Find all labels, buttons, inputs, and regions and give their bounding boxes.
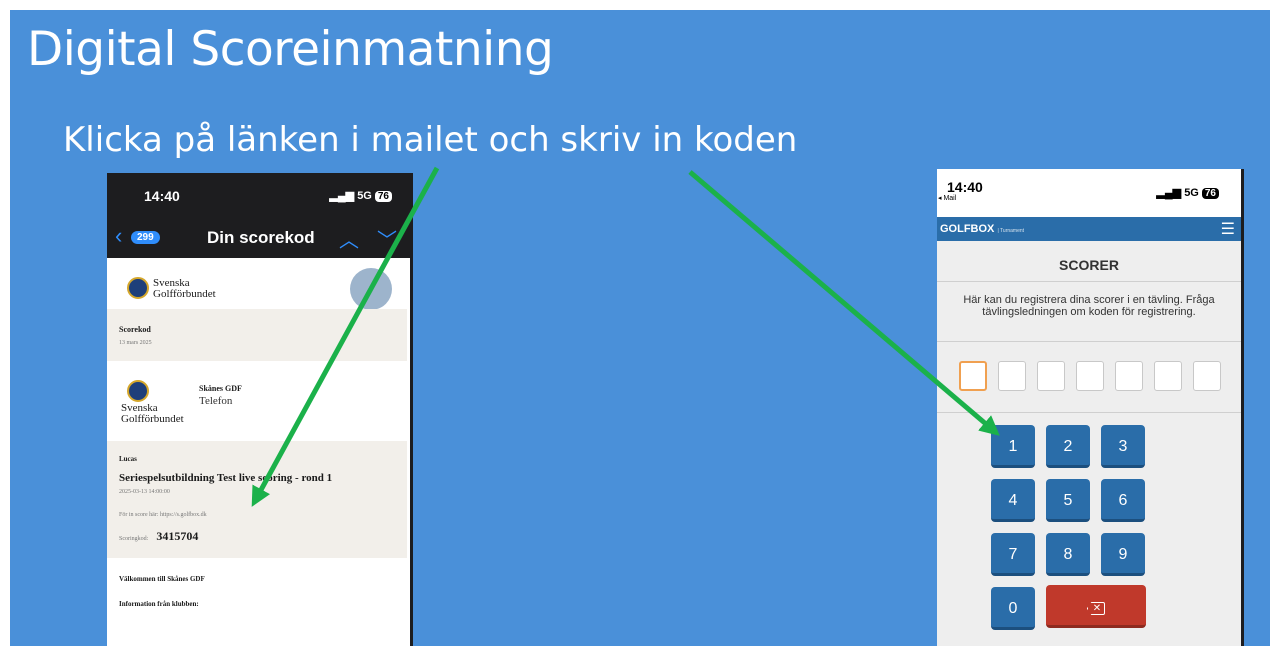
arrow-to-code (251, 166, 440, 507)
slide: Digital Scoreinmatning Klicka på länken … (10, 10, 1270, 646)
annotation-arrows (251, 166, 1000, 507)
arrow-to-keypad (688, 170, 1000, 436)
